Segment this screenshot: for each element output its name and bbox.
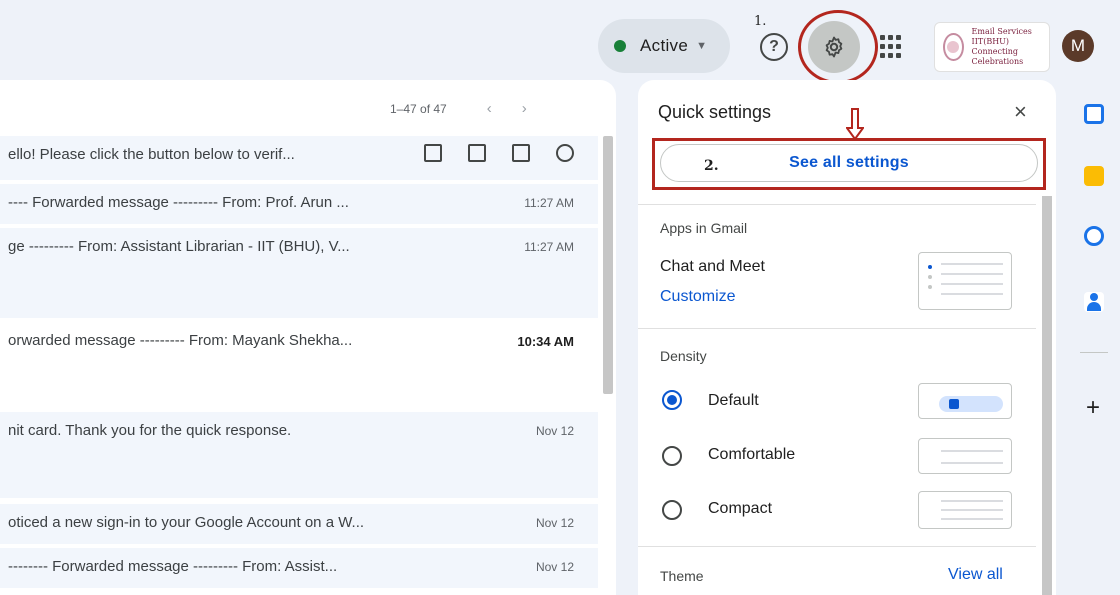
theme-section-title: Theme bbox=[660, 568, 704, 584]
avatar[interactable]: M bbox=[1062, 30, 1094, 62]
divider bbox=[638, 328, 1036, 329]
annotation-arrow-icon bbox=[846, 108, 864, 140]
customize-link[interactable]: Customize bbox=[660, 288, 736, 306]
mail-time: 11:27 AM bbox=[524, 240, 574, 254]
quick-settings-title: Quick settings bbox=[658, 102, 772, 122]
emblem-icon bbox=[943, 33, 964, 61]
row-actions bbox=[424, 144, 574, 162]
mail-time: 11:27 AM bbox=[524, 196, 574, 210]
mail-time: 10:34 AM bbox=[517, 334, 574, 349]
gear-icon bbox=[825, 36, 843, 58]
density-comfortable-preview bbox=[918, 438, 1012, 474]
density-compact-label: Compact bbox=[708, 500, 773, 517]
apps-grid-icon[interactable] bbox=[880, 35, 904, 59]
chat-meet-label: Chat and Meet bbox=[660, 258, 765, 275]
annotation-step-1: 1. bbox=[754, 14, 767, 29]
mail-open-icon[interactable] bbox=[512, 144, 530, 162]
density-compact-radio[interactable] bbox=[662, 500, 682, 520]
table-row[interactable]: ello! Please click the button below to v… bbox=[0, 136, 598, 180]
mail-snippet: ge --------- From: Assistant Librarian -… bbox=[8, 238, 350, 255]
keep-icon[interactable] bbox=[1084, 166, 1104, 186]
table-row[interactable]: oticed a new sign-in to your Google Acco… bbox=[0, 504, 598, 544]
archive-icon[interactable] bbox=[424, 144, 442, 162]
contacts-icon[interactable] bbox=[1084, 292, 1104, 312]
mail-snippet: nit card. Thank you for the quick respon… bbox=[8, 422, 292, 439]
mail-snippet: orwarded message --------- From: Mayank … bbox=[8, 332, 353, 349]
quick-settings-panel: Quick settings × See all settings 2. App… bbox=[638, 80, 1056, 595]
trash-icon[interactable] bbox=[468, 144, 486, 162]
density-default-preview bbox=[918, 383, 1012, 419]
divider bbox=[638, 204, 1036, 205]
clock-icon[interactable] bbox=[556, 144, 574, 162]
pagination: 1–47 of 47 ‹ › bbox=[390, 100, 527, 117]
table-row[interactable]: nit card. Thank you for the quick respon… bbox=[0, 412, 598, 498]
close-icon[interactable]: × bbox=[1014, 99, 1027, 125]
settings-button[interactable] bbox=[808, 21, 860, 73]
apps-section-title: Apps in Gmail bbox=[660, 220, 748, 236]
help-icon[interactable]: ? bbox=[760, 33, 788, 61]
mail-time: Nov 12 bbox=[535, 424, 574, 438]
mail-snippet: ello! Please click the button below to v… bbox=[8, 146, 295, 163]
prev-page-button[interactable]: ‹ bbox=[487, 100, 492, 117]
density-comfortable-label: Comfortable bbox=[708, 446, 796, 463]
table-row[interactable]: ge --------- From: Assistant Librarian -… bbox=[0, 228, 598, 318]
status-selector[interactable]: Active ▼ bbox=[598, 19, 730, 73]
density-default-label: Default bbox=[708, 392, 759, 409]
density-section-title: Density bbox=[660, 348, 707, 364]
mail-scrollbar[interactable] bbox=[603, 136, 613, 394]
quick-settings-scrollbar[interactable] bbox=[1042, 196, 1052, 595]
mail-snippet: oticed a new sign-in to your Google Acco… bbox=[8, 514, 365, 531]
mail-list-panel: 1–47 of 47 ‹ › ello! Please click the bu… bbox=[0, 80, 616, 595]
mail-time: Nov 12 bbox=[535, 560, 574, 574]
pager-range: 1–47 of 47 bbox=[390, 101, 447, 116]
brand-text: Email Services IIT(BHU) Connecting Celeb… bbox=[971, 27, 1032, 66]
density-default-radio[interactable] bbox=[662, 390, 682, 410]
apps-preview bbox=[918, 252, 1012, 310]
density-comfortable-radio[interactable] bbox=[662, 446, 682, 466]
top-bar: Active ▼ 1. ? Email Services IIT(BHU) Co… bbox=[0, 0, 1120, 84]
status-label: Active bbox=[640, 36, 689, 55]
calendar-icon[interactable] bbox=[1084, 104, 1104, 124]
chevron-down-icon: ▼ bbox=[696, 40, 707, 52]
organization-logo[interactable]: Email Services IIT(BHU) Connecting Celeb… bbox=[934, 22, 1050, 72]
view-all-themes-link[interactable]: View all bbox=[948, 566, 1003, 584]
annotation-step-2: 2. bbox=[704, 158, 719, 174]
tasks-icon[interactable] bbox=[1084, 226, 1104, 246]
density-compact-preview bbox=[918, 491, 1012, 529]
divider bbox=[638, 546, 1036, 547]
mail-time: Nov 12 bbox=[535, 516, 574, 530]
mail-snippet: ---- Forwarded message --------- From: P… bbox=[8, 194, 349, 211]
table-row[interactable]: ---- Forwarded message --------- From: P… bbox=[0, 184, 598, 224]
add-addon-icon[interactable]: + bbox=[1086, 394, 1100, 422]
table-row[interactable]: -------- Forwarded message --------- Fro… bbox=[0, 548, 598, 588]
mail-snippet: -------- Forwarded message --------- Fro… bbox=[8, 558, 338, 575]
status-dot-icon bbox=[614, 40, 626, 52]
divider bbox=[1080, 352, 1108, 353]
table-row[interactable]: orwarded message --------- From: Mayank … bbox=[0, 322, 598, 406]
next-page-button[interactable]: › bbox=[522, 100, 527, 117]
